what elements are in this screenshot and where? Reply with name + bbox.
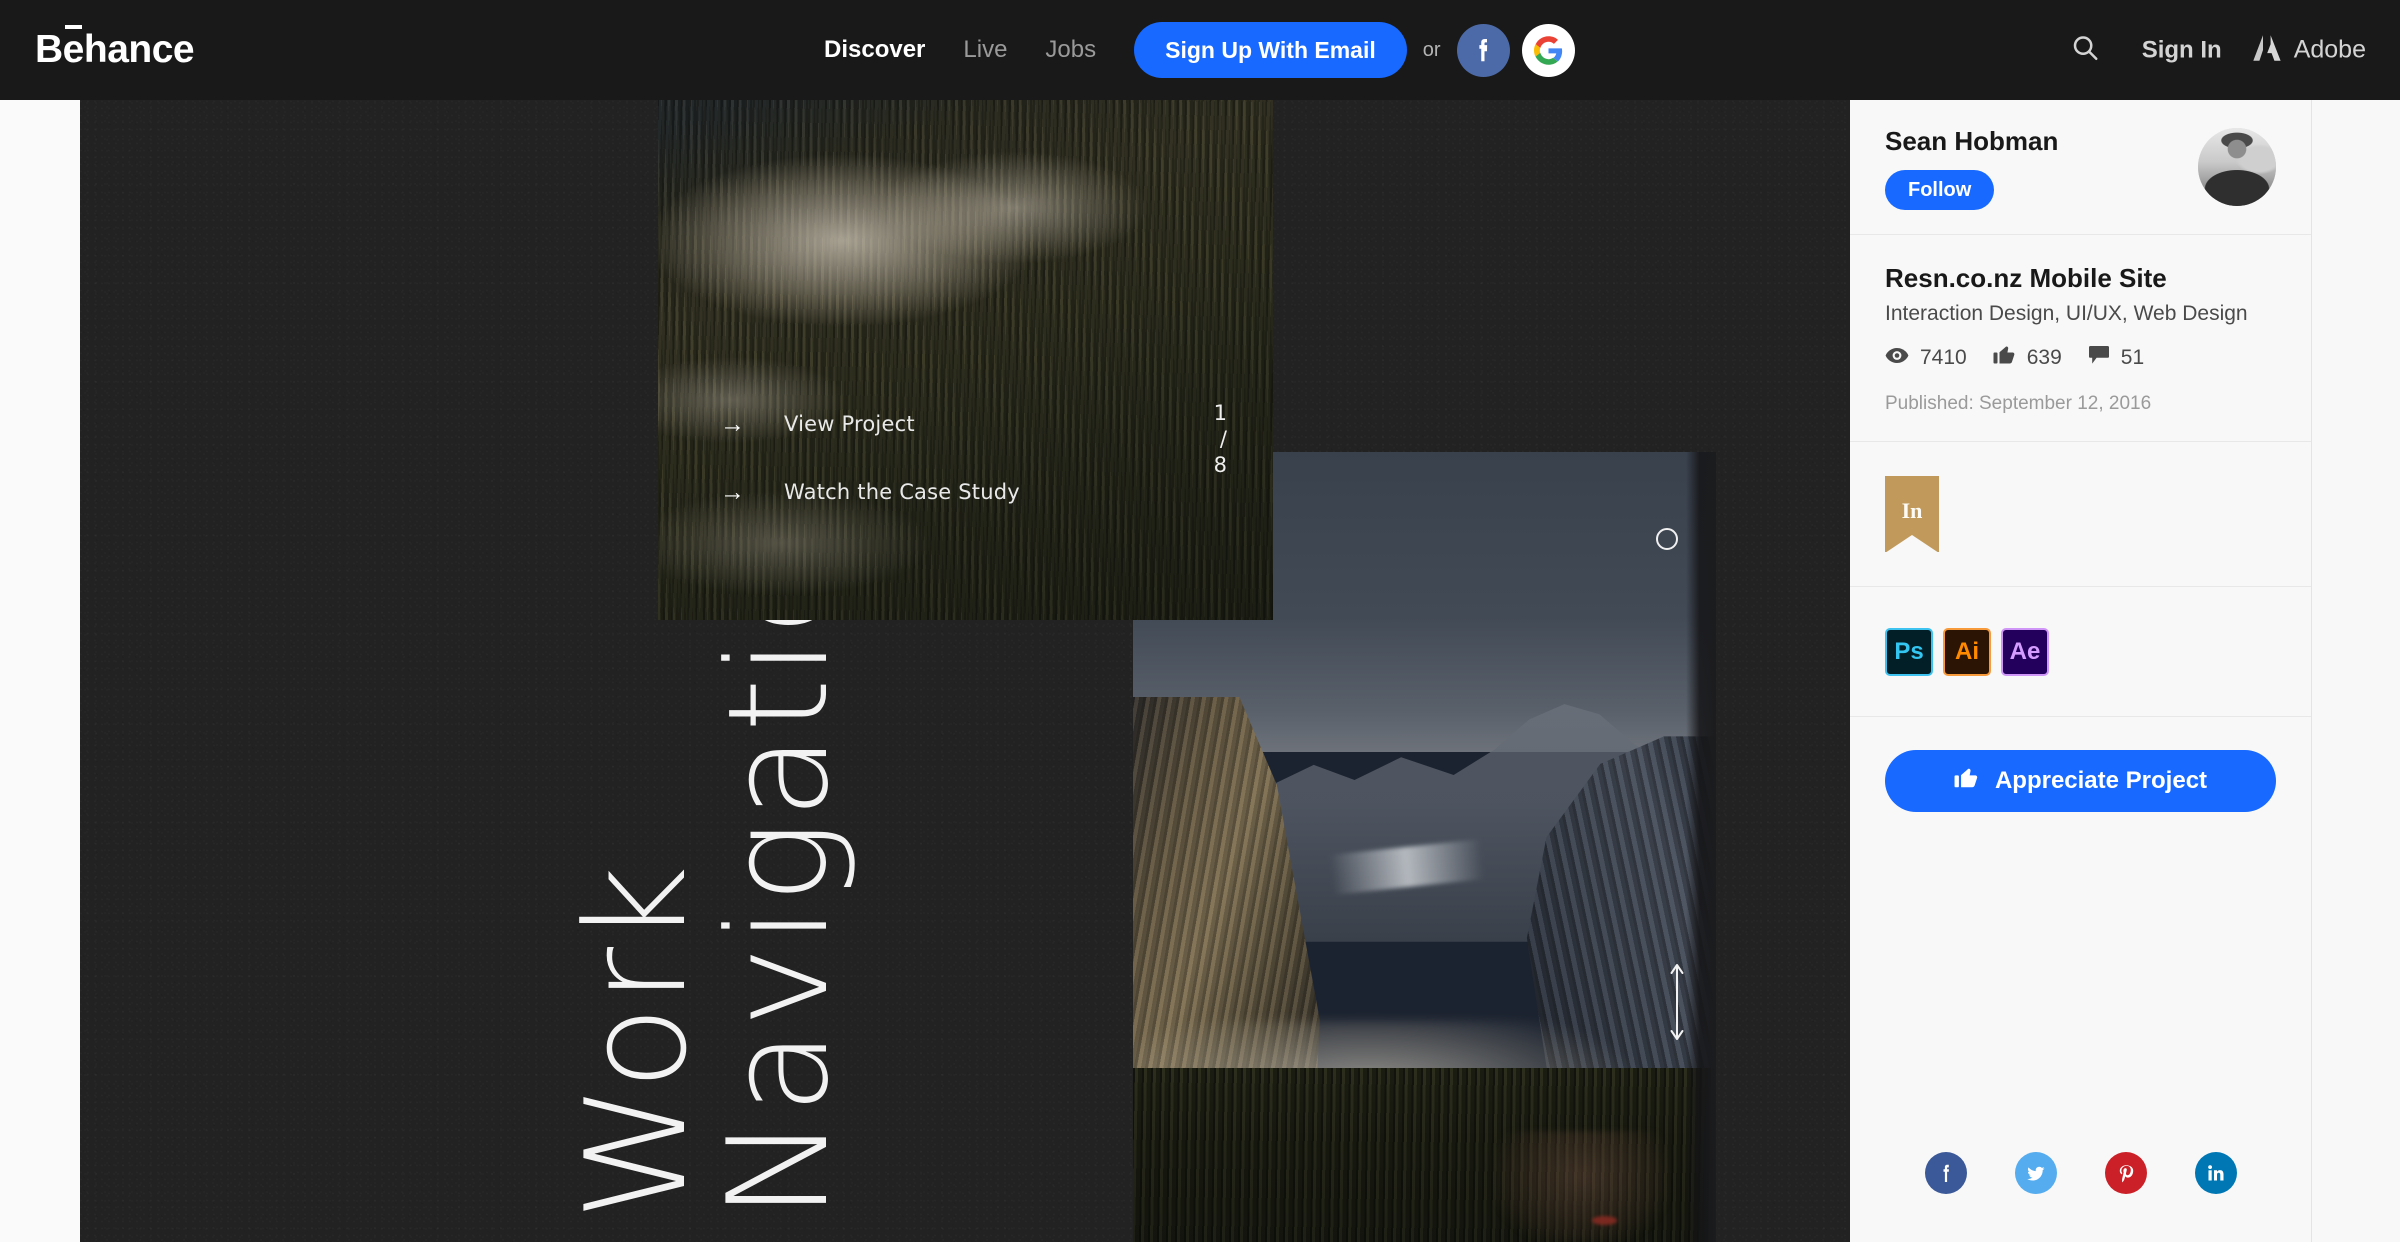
- pager-separator: /: [1219, 427, 1227, 451]
- overlay-menu: → View Project → Watch the Case Study: [658, 398, 1273, 518]
- forest-image-card: → View Project → Watch the Case Study 1 …: [658, 100, 1273, 620]
- nav-link-jobs[interactable]: Jobs: [1045, 36, 1096, 64]
- adobe-logo-icon: [2252, 34, 2282, 66]
- or-separator-label: or: [1422, 38, 1441, 61]
- project-stats-row: 7410 639 51: [1885, 344, 2276, 371]
- stat-views: 7410: [1885, 346, 1967, 370]
- thumbs-up-icon: [1954, 766, 1979, 796]
- main-nav-group: Discover Live Jobs Sign Up With Email or: [824, 22, 1575, 78]
- published-date: Published: September 12, 2016: [1885, 393, 2152, 415]
- stat-value: 7410: [1920, 345, 1967, 369]
- illustrator-icon[interactable]: Ai: [1943, 627, 1991, 676]
- facebook-icon[interactable]: [1925, 1152, 1967, 1194]
- overlay-item-view-project[interactable]: → View Project: [720, 398, 1227, 450]
- forest-photo: [658, 100, 1273, 620]
- after-effects-icon[interactable]: Ae: [2001, 627, 2049, 676]
- facebook-signup-icon[interactable]: [1456, 23, 1510, 77]
- project-sidebar: Sean Hobman Follow Resn.co.nz Mobile Sit…: [1850, 100, 2400, 1242]
- arrow-right-icon: →: [720, 409, 745, 438]
- nav-link-live[interactable]: Live: [963, 36, 1007, 64]
- page-title: Resn.co.nz Mobile Site: [1885, 263, 2167, 293]
- sign-up-with-email-button[interactable]: Sign Up With Email: [1134, 22, 1407, 78]
- header-right-group: Sign In Adobe: [2070, 33, 2366, 68]
- interaction-design-badge[interactable]: In: [1885, 476, 1939, 554]
- vertical-double-arrow-icon[interactable]: [1668, 960, 1686, 1049]
- project-meta-section: Resn.co.nz Mobile Site Interaction Desig…: [1850, 235, 2311, 443]
- stat-appreciations: 639: [1993, 344, 2062, 371]
- left-gutter: [0, 100, 80, 1242]
- appreciate-label: Appreciate Project: [1994, 767, 2208, 795]
- share-row: [1850, 1152, 2312, 1194]
- gallery-badge-section: In: [1850, 442, 2311, 588]
- adobe-label: Adobe: [2293, 35, 2366, 64]
- google-signup-icon[interactable]: [1521, 23, 1575, 77]
- appreciate-project-button[interactable]: Appreciate Project: [1885, 750, 2276, 813]
- author-section: Sean Hobman Follow: [1850, 100, 2311, 235]
- search-icon[interactable]: [2070, 33, 2100, 68]
- photoshop-icon[interactable]: Ps: [1885, 627, 1933, 676]
- overlay-item-label: View Project: [784, 412, 915, 436]
- nav-link-discover[interactable]: Discover: [824, 36, 925, 64]
- slide-pager: 1 / 8: [1214, 400, 1227, 478]
- sign-in-link[interactable]: Sign In: [2142, 36, 2222, 64]
- stat-comments: 51: [2088, 345, 2144, 371]
- pager-current: 1: [1213, 401, 1227, 425]
- tools-used-section: Ps Ai Ae: [1850, 587, 2311, 718]
- page-body: Work Navigation → View Project → Watch t…: [0, 100, 2400, 1242]
- pager-total: 8: [1213, 453, 1227, 477]
- vertical-headline-work: Work: [556, 862, 717, 1220]
- avatar-image: [2198, 128, 2276, 206]
- pinterest-icon[interactable]: [2105, 1152, 2147, 1194]
- author-name[interactable]: Sean Hobman: [1885, 126, 2058, 157]
- adobe-brand-link[interactable]: Adobe: [2252, 34, 2366, 66]
- badge-label: In: [1901, 498, 1923, 524]
- top-navigation-bar: Behance Discover Live Jobs Sign Up With …: [0, 0, 2400, 100]
- eye-icon: [1885, 346, 1909, 370]
- overlay-item-label: Watch the Case Study: [784, 480, 1020, 504]
- avatar[interactable]: [2198, 128, 2276, 206]
- stat-value: 51: [2120, 345, 2145, 369]
- project-fields: Interaction Design, UI/UX, Web Design: [1885, 302, 2248, 326]
- comment-icon: [2088, 345, 2110, 371]
- overlay-item-watch-case-study[interactable]: → Watch the Case Study: [720, 466, 1227, 518]
- sidebar-panel: Sean Hobman Follow Resn.co.nz Mobile Sit…: [1850, 100, 2312, 1242]
- twitter-icon[interactable]: [2015, 1152, 2057, 1194]
- linkedin-icon[interactable]: [2195, 1152, 2237, 1194]
- project-canvas: Work Navigation → View Project → Watch t…: [80, 100, 1850, 1242]
- follow-button[interactable]: Follow: [1885, 170, 1995, 210]
- thumbs-up-icon: [1993, 344, 2016, 371]
- behance-logo[interactable]: Behance: [35, 25, 195, 72]
- stat-value: 639: [2026, 345, 2062, 369]
- appreciate-section: Appreciate Project: [1850, 717, 2311, 845]
- circle-outline-icon[interactable]: [1656, 528, 1678, 550]
- arrow-right-icon: →: [720, 477, 745, 506]
